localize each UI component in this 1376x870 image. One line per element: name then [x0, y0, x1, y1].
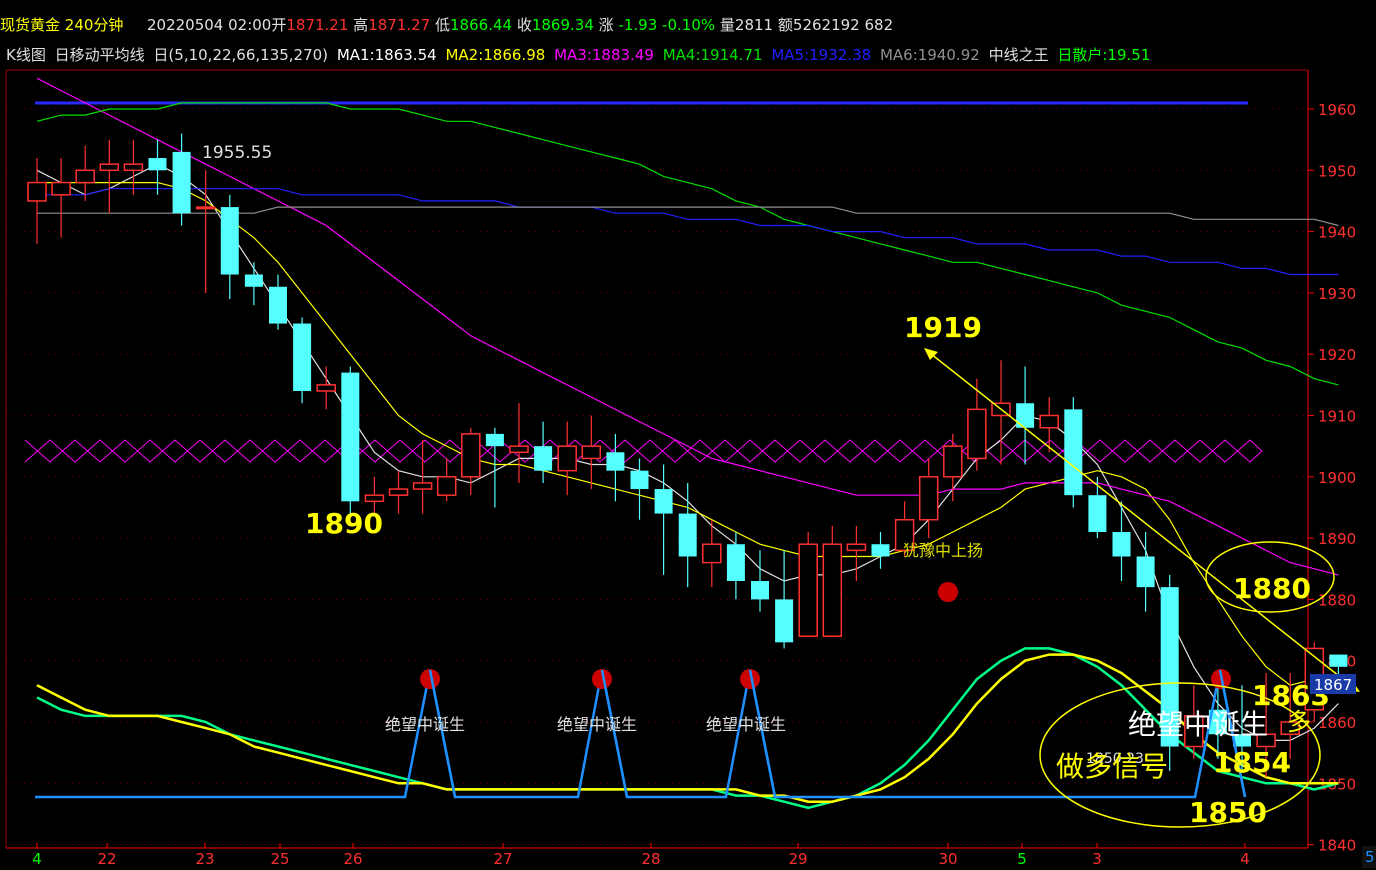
- candle-body: [751, 581, 769, 600]
- candle-body: [1064, 409, 1083, 496]
- grid-lines: [6, 108, 1308, 846]
- candle-body: [846, 543, 867, 552]
- trend-line: [925, 349, 1359, 692]
- candle-body: [293, 323, 312, 391]
- candle-body: [364, 494, 385, 503]
- x-axis-ticks: 4 22 23 25 26 27 28 29 30 5 3 4: [32, 843, 1250, 868]
- candle-body: [918, 476, 939, 521]
- x-tick-label: 28: [641, 850, 660, 868]
- x-tick-label: 3: [1092, 850, 1102, 868]
- candle-body: [871, 544, 890, 557]
- candle-body: [509, 445, 529, 454]
- candle-body: [1039, 414, 1059, 429]
- candlestick-chart[interactable]: 1960195019401930192019101900189018801870…: [0, 0, 1376, 870]
- long-signal-label: 做多信号: [1056, 750, 1168, 783]
- candle-body: [220, 207, 239, 275]
- candle-body: [388, 488, 409, 496]
- y-tick-label: 1940: [1318, 224, 1356, 242]
- x-tick-label: 22: [97, 850, 116, 868]
- candle-body: [316, 384, 336, 392]
- y-tick-label: 1840: [1318, 837, 1356, 855]
- candle-body: [436, 476, 457, 496]
- candle-body: [606, 452, 625, 471]
- y-tick-label: 1930: [1318, 285, 1356, 303]
- candle-body: [75, 169, 95, 184]
- candle-body: [1136, 556, 1155, 588]
- candle-body: [99, 163, 120, 172]
- candle-body: [1329, 654, 1348, 667]
- x-tick-label: 26: [343, 850, 362, 868]
- right-edge-num: 5: [1365, 848, 1375, 866]
- long-small-label: 多: [1287, 708, 1311, 736]
- price-1854-label: 1854: [1213, 746, 1291, 779]
- despair-label-4: 绝望中诞生: [1128, 708, 1268, 741]
- candle-body: [775, 599, 794, 643]
- high-price-label: 1955.55: [202, 143, 272, 163]
- candle-body: [1088, 495, 1107, 532]
- candle-body: [678, 513, 697, 557]
- candle-body: [798, 543, 818, 637]
- candle-body: [726, 544, 745, 582]
- y-tick-label: 1860: [1318, 714, 1356, 732]
- candle-body: [269, 286, 287, 324]
- current-price-tag: 1867: [1314, 676, 1352, 694]
- candle-body: [27, 181, 47, 202]
- candle-body: [172, 151, 191, 214]
- candle-body: [581, 445, 602, 460]
- x-tick-label: 23: [195, 850, 214, 868]
- candle-body: [51, 181, 71, 196]
- support-label: 1890: [305, 507, 383, 540]
- candle-body: [341, 372, 360, 502]
- y-axis-ticks: 1960195019401930192019101900189018801870…: [1308, 101, 1356, 855]
- x-tick-label: 25: [270, 850, 289, 868]
- y-tick-label: 1910: [1318, 408, 1356, 426]
- candle-body: [534, 446, 553, 471]
- candle-body: [485, 433, 504, 447]
- y-tick-label: 1960: [1318, 101, 1356, 119]
- candle-body: [148, 158, 167, 171]
- candle-body: [630, 470, 649, 490]
- price-1850-label: 1850: [1189, 796, 1267, 829]
- x-tick-label: 5: [1017, 850, 1027, 868]
- peak-label: 1919: [904, 311, 982, 344]
- candle-body: [123, 163, 144, 172]
- despair-label-1: 绝望中诞生: [385, 715, 465, 734]
- despair-label-2: 绝望中诞生: [557, 715, 637, 734]
- x-tick-label: 4: [1240, 850, 1250, 868]
- x-tick-label: 4: [32, 850, 42, 868]
- y-tick-label: 1890: [1318, 530, 1356, 548]
- candle-body: [822, 543, 843, 637]
- hesitate-marker: [938, 582, 958, 602]
- annotations: 1955.55 1919 1890 犹豫中上扬 绝望中诞生 绝望中诞生 绝望中诞…: [202, 143, 1376, 868]
- candle-body: [461, 433, 481, 478]
- candle-body: [412, 482, 433, 490]
- moving-average-lines: [36, 77, 1339, 810]
- x-tick-label: 27: [493, 850, 512, 868]
- candle-body: [654, 489, 673, 514]
- target-label: 1880: [1233, 572, 1311, 605]
- candle-body: [702, 543, 722, 564]
- candles: [27, 133, 1348, 778]
- candle-body: [943, 445, 963, 478]
- y-tick-label: 1950: [1318, 162, 1356, 180]
- x-tick-label: 29: [788, 850, 807, 868]
- x-tick-label: 30: [938, 850, 957, 868]
- hesitate-label: 犹豫中上扬: [903, 541, 983, 560]
- candle-body: [195, 206, 216, 210]
- candle-body: [967, 408, 987, 460]
- candle-body: [1112, 531, 1131, 557]
- candle-body: [557, 445, 577, 472]
- candle-body: [244, 274, 263, 287]
- y-tick-label: 1880: [1318, 591, 1356, 609]
- despair-label-3: 绝望中诞生: [706, 715, 786, 734]
- y-tick-label: 1900: [1318, 469, 1356, 487]
- y-tick-label: 1920: [1318, 346, 1356, 364]
